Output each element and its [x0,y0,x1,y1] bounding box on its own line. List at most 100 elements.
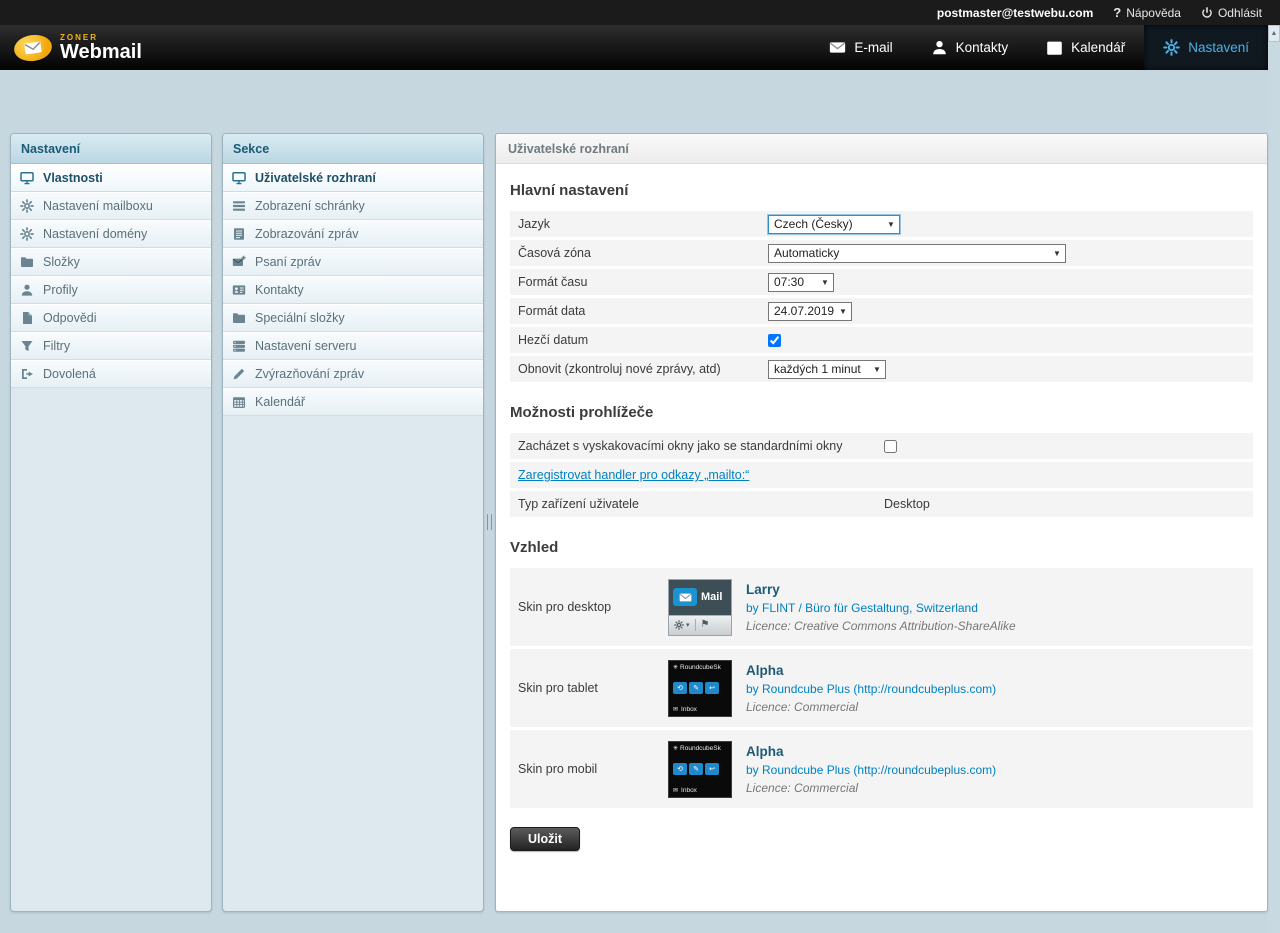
standard-windows-checkbox[interactable] [884,440,897,453]
settings-nav-item-filtry[interactable]: Filtry [11,332,211,360]
thumb-mail-label: Mail [701,591,722,603]
settings-nav-item-dovolena[interactable]: Dovolená [11,360,211,388]
skin-licence: Licence: Commercial [746,700,996,714]
contact-card-icon [232,283,246,297]
logout-button[interactable]: Odhlásit [1201,6,1262,20]
thumb-brand-label: RoundcubeSk [680,664,721,671]
skin-author-link[interactable]: by Roundcube Plus (http://roundcubeplus.… [746,763,996,777]
scroll-up-arrow-icon[interactable]: ▲ [1268,25,1280,42]
field-label: Hezčí datum [518,333,768,347]
power-icon [1201,7,1213,19]
section-item-zvyraznovani-zprav[interactable]: Zvýrazňování zpráv [223,360,483,388]
skin-author-link[interactable]: by FLINT / Büro für Gestaltung, Switzerl… [746,601,1016,615]
nav-label: E-mail [854,40,892,55]
nav-item-kalendar[interactable]: Kalendář [1027,25,1144,70]
logo-webmail-text: Webmail [60,42,142,62]
field-label: Zacházet s vyskakovacími okny jako se st… [518,439,884,453]
item-label: Dovolená [43,367,96,381]
settings-nav-item-odpovedi[interactable]: Odpovědi [11,304,211,332]
timezone-select[interactable]: Automaticky ▼ [768,244,1066,263]
section-item-zobrazeni-schranky[interactable]: Zobrazení schránky [223,192,483,220]
save-button[interactable]: Uložit [510,827,580,851]
skin-licence: Licence: Creative Commons Attribution-Sh… [746,619,1016,633]
skin-thumbnail-larry[interactable]: Mail ▾ ⚑ [668,579,732,636]
gear-icon [20,199,34,213]
section-item-uzivatelske-rozhrani[interactable]: Uživatelské rozhraní [223,164,483,192]
date-format-select[interactable]: 24.07.2019 ▼ [768,302,852,321]
calendar-icon [1046,39,1063,56]
section-item-kontakty[interactable]: Kontakty [223,276,483,304]
register-mailto-handler-link[interactable]: Zaregistrovat handler pro odkazy „mailto… [518,468,749,482]
page-scrollbar[interactable]: ▲ [1268,25,1280,933]
roundcube-logo-icon: ✳ [673,664,678,671]
thumb-folder-label: Inbox [681,706,697,713]
settings-nav-item-profily[interactable]: Profily [11,276,211,304]
skin-row-desktop: Skin pro desktop Mail ▾ ⚑ Larry by [510,568,1253,646]
mail-icon [829,39,846,56]
preferences-panel: Uživatelské rozhraní Hlavní nastavení Ja… [495,133,1268,912]
settings-nav-item-mailbox[interactable]: Nastavení mailboxu [11,192,211,220]
section-item-psani-zprav[interactable]: Psaní zpráv [223,248,483,276]
settings-nav-item-slozky[interactable]: Složky [11,248,211,276]
divider [695,619,696,631]
form-row-hezci-datum: Hezčí datum [510,327,1253,353]
field-label: Skin pro tablet [518,681,668,695]
item-label: Odpovědi [43,311,97,325]
settings-nav-item-domena[interactable]: Nastavení domény [11,220,211,248]
chevron-down-icon: ▼ [835,307,851,316]
settings-nav-item-vlastnosti[interactable]: Vlastnosti [11,164,211,192]
thumb-folder-label: Inbox [681,787,697,794]
reply-icon: ↩ [705,682,719,694]
item-label: Speciální složky [255,311,345,325]
help-label: Nápověda [1126,6,1181,20]
section-item-specialni-slozky[interactable]: Speciální složky [223,304,483,332]
account-email: postmaster@testwebu.com [937,6,1093,20]
section-item-kalendar[interactable]: Kalendář [223,388,483,416]
language-select[interactable]: Czech (Česky) ▼ [768,215,900,234]
field-label: Formát data [518,304,768,318]
item-label: Nastavení mailboxu [43,199,153,213]
select-value: Automaticky [774,246,839,260]
nav-item-nastaveni[interactable]: Nastavení [1144,25,1268,70]
field-label: Skin pro mobil [518,762,668,776]
skin-thumbnail-alpha[interactable]: ✳ RoundcubeSk ⟲ ✎ ↩ ✉ Inbox [668,741,732,798]
compose-icon [232,255,246,269]
filter-icon [20,339,34,353]
item-label: Kalendář [255,395,305,409]
chevron-down-icon: ▼ [1049,249,1065,258]
skin-row-mobil: Skin pro mobil ✳ RoundcubeSk ⟲ ✎ ↩ ✉ Inb… [510,730,1253,808]
sections-nav-title: Sekce [223,134,483,164]
exit-icon [20,367,34,381]
topbar: postmaster@testwebu.com ? Nápověda Odhlá… [0,0,1280,25]
pretty-date-checkbox[interactable] [768,334,781,347]
pencil-icon [232,367,246,381]
field-label: Formát času [518,275,768,289]
skin-thumbnail-alpha[interactable]: ✳ RoundcubeSk ⟲ ✎ ↩ ✉ Inbox [668,660,732,717]
select-value: každých 1 minut [774,362,861,376]
skin-row-tablet: Skin pro tablet ✳ RoundcubeSk ⟲ ✎ ↩ ✉ In… [510,649,1253,727]
skin-name-link[interactable]: Alpha [746,744,996,759]
section-item-zobrazovani-zprav[interactable]: Zobrazování zpráv [223,220,483,248]
section-item-nastaveni-serveru[interactable]: Nastavení serveru [223,332,483,360]
item-label: Filtry [43,339,70,353]
mail-icon: ✉ [673,706,678,713]
nav-item-email[interactable]: E-mail [810,25,911,70]
column-splitter-handle[interactable] [487,514,492,530]
item-label: Vlastnosti [43,171,103,185]
item-label: Kontakty [255,283,304,297]
folder-icon [20,255,34,269]
time-format-select[interactable]: 07:30 ▼ [768,273,834,292]
skin-name-link[interactable]: Alpha [746,663,996,678]
item-label: Nastavení serveru [255,339,356,353]
form-row-jazyk: Jazyk Czech (Česky) ▼ [510,211,1253,237]
refresh-interval-select[interactable]: každých 1 minut ▼ [768,360,886,379]
nav-item-kontakty[interactable]: Kontakty [912,25,1028,70]
logout-label: Odhlásit [1218,6,1262,20]
monitor-icon [20,171,34,185]
help-button[interactable]: ? Nápověda [1113,5,1181,20]
help-icon: ? [1113,5,1121,20]
skin-name-link[interactable]: Larry [746,582,1016,597]
field-label: Skin pro desktop [518,600,668,614]
skin-author-link[interactable]: by Roundcube Plus (http://roundcubeplus.… [746,682,996,696]
item-label: Psaní zpráv [255,255,321,269]
